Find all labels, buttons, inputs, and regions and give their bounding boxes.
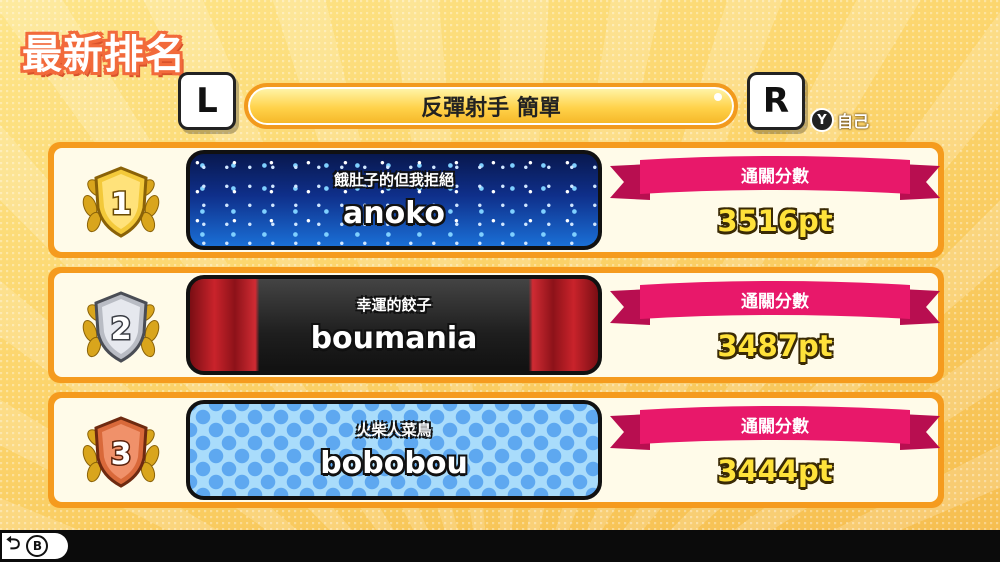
score-value: 3487pt bbox=[717, 329, 833, 363]
player-card[interactable]: 火柴人菜鳥 bobobou bbox=[186, 400, 602, 500]
score-area: 通關分數 3487pt bbox=[610, 273, 940, 377]
show-self-button[interactable]: Y 自己 bbox=[810, 108, 869, 132]
score-header: 通關分數 bbox=[741, 292, 809, 312]
rank-number: 1 bbox=[111, 187, 132, 222]
rank-number: 2 bbox=[111, 312, 132, 347]
score-area: 通關分數 3516pt bbox=[610, 148, 940, 252]
player-title: 幸運的餃子 bbox=[356, 296, 432, 314]
gold-laurel-medal-icon: 1 bbox=[78, 160, 164, 244]
y-button-icon: Y bbox=[810, 108, 834, 132]
player-name: anoko bbox=[343, 196, 445, 231]
score-value: 3444pt bbox=[717, 454, 833, 488]
mode-selector[interactable]: 反彈射手 簡單 bbox=[244, 83, 738, 129]
back-button[interactable]: ⮌ B bbox=[2, 533, 68, 559]
score-header: 通關分數 bbox=[741, 167, 809, 187]
player-card[interactable]: 幸運的餃子 boumania bbox=[186, 275, 602, 375]
player-name: bobobou bbox=[320, 446, 468, 481]
rank-number: 3 bbox=[111, 437, 132, 472]
mode-label: 反彈射手 簡單 bbox=[421, 96, 561, 121]
player-title: 火柴人菜鳥 bbox=[356, 421, 432, 439]
b-button-icon: B bbox=[26, 535, 49, 557]
next-page-key-button[interactable]: R bbox=[747, 72, 805, 130]
silver-laurel-medal-icon: 2 bbox=[78, 285, 164, 369]
return-arrow-icon: ⮌ bbox=[6, 533, 21, 554]
page-title: 最新排名 bbox=[22, 32, 186, 78]
player-name: boumania bbox=[310, 321, 478, 356]
show-self-label: 自己 bbox=[837, 112, 870, 131]
bronze-laurel-medal-icon: 3 bbox=[78, 410, 164, 494]
footer-bar bbox=[0, 530, 1000, 562]
ranking-row-3[interactable]: 3 火柴人菜鳥 bobobou 通關分數 3444pt bbox=[48, 392, 944, 508]
shine-decoration bbox=[714, 93, 722, 101]
score-value: 3516pt bbox=[717, 204, 833, 238]
ranking-row-2[interactable]: 2 幸運的餃子 boumania 通關分數 3487pt bbox=[48, 267, 944, 383]
prev-page-key-button[interactable]: L bbox=[178, 72, 236, 130]
score-area: 通關分數 3444pt bbox=[610, 398, 940, 502]
ranking-row-1[interactable]: 1 餓肚子的但我拒絕 anoko 通關分數 3516pt bbox=[48, 142, 944, 258]
player-card[interactable]: 餓肚子的但我拒絕 anoko bbox=[186, 150, 602, 250]
score-header: 通關分數 bbox=[741, 417, 809, 437]
player-title: 餓肚子的但我拒絕 bbox=[333, 171, 454, 189]
